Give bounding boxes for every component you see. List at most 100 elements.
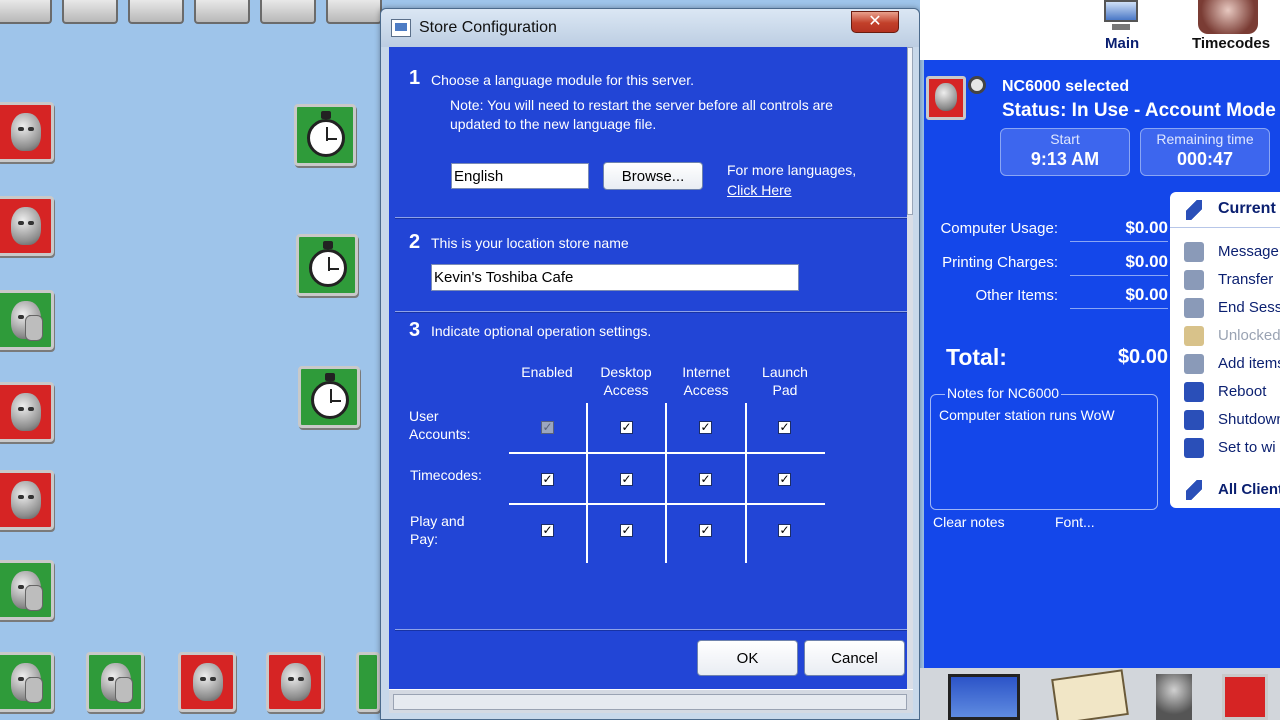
station-available[interactable] bbox=[0, 560, 54, 620]
close-button[interactable]: ✕ bbox=[851, 11, 899, 33]
hand-icon bbox=[25, 677, 43, 703]
station-tile[interactable] bbox=[194, 0, 250, 24]
stopwatch-icon bbox=[309, 249, 347, 287]
hand-icon bbox=[115, 677, 133, 703]
checkbox-timecodes-desktop-access[interactable]: ✓ bbox=[620, 473, 633, 486]
store-name-field[interactable] bbox=[431, 264, 799, 291]
action-shutdown[interactable]: Shutdown bbox=[1184, 408, 1280, 432]
checkbox-play-and-pay-launch-pad[interactable]: ✓ bbox=[778, 524, 791, 537]
browse-button[interactable]: Browse... bbox=[603, 162, 703, 190]
station-available[interactable] bbox=[86, 652, 144, 712]
checkbox-user-accounts-internet-access[interactable]: ✓ bbox=[699, 421, 712, 434]
checkbox-play-and-pay-desktop-access[interactable]: ✓ bbox=[620, 524, 633, 537]
current-actions-card: Current Message Transfer End Session Unl… bbox=[1170, 192, 1280, 494]
settings-gear-icon[interactable] bbox=[968, 76, 986, 94]
checkbox-user-accounts-enabled: ✓ bbox=[541, 420, 554, 434]
station-tile[interactable] bbox=[62, 0, 118, 24]
section-divider bbox=[395, 217, 907, 219]
station-status-icon[interactable] bbox=[1222, 674, 1268, 720]
timecode-station[interactable] bbox=[294, 104, 356, 166]
station-top-strip bbox=[0, 0, 382, 28]
start-label: Start bbox=[1050, 131, 1080, 147]
clear-notes-link[interactable]: Clear notes bbox=[933, 514, 1005, 530]
column-header-launch-pad: Launch Pad bbox=[762, 364, 808, 398]
station-available[interactable] bbox=[356, 652, 380, 712]
station-notes[interactable]: Notes for NC6000 Computer station runs W… bbox=[930, 385, 1158, 510]
scrollbar-thumb[interactable] bbox=[907, 47, 913, 215]
desktop-monitor-icon[interactable] bbox=[948, 674, 1020, 720]
dialog-status-bar bbox=[389, 689, 913, 713]
row-header-timecodes: Timecodes: bbox=[410, 467, 482, 483]
end-session-icon bbox=[1184, 298, 1204, 318]
checkbox-play-and-pay-enabled[interactable]: ✓ bbox=[541, 524, 554, 537]
station-in-use[interactable] bbox=[0, 102, 54, 162]
vertical-scrollbar[interactable] bbox=[907, 47, 913, 689]
padlock-icon bbox=[1184, 326, 1204, 346]
app-window-icon bbox=[391, 19, 411, 37]
action-label: Transfer bbox=[1218, 271, 1274, 288]
grid-line bbox=[665, 403, 667, 563]
action-label: Set to wi bbox=[1218, 439, 1276, 456]
station-tile[interactable] bbox=[326, 0, 382, 24]
station-tile[interactable] bbox=[0, 0, 52, 24]
language-field[interactable] bbox=[451, 163, 589, 189]
user-hand-icon[interactable] bbox=[1156, 674, 1192, 720]
timecode-station[interactable] bbox=[296, 234, 358, 296]
station-available[interactable] bbox=[0, 652, 54, 712]
station-in-use[interactable] bbox=[0, 382, 54, 442]
remaining-time-tile: Remaining time 000:47 bbox=[1140, 128, 1270, 176]
station-available[interactable] bbox=[0, 290, 54, 350]
checkbox-timecodes-enabled[interactable]: ✓ bbox=[541, 473, 554, 486]
bookmark-icon[interactable] bbox=[1051, 669, 1129, 720]
station-tile[interactable] bbox=[128, 0, 184, 24]
current-actions-header[interactable]: Current bbox=[1170, 192, 1280, 228]
station-in-use[interactable] bbox=[0, 470, 54, 530]
nav-main-label[interactable]: Main bbox=[1105, 35, 1139, 52]
all-clients-icon bbox=[1186, 480, 1202, 500]
action-reboot[interactable]: Reboot bbox=[1184, 380, 1280, 404]
checkbox-timecodes-internet-access[interactable]: ✓ bbox=[699, 473, 712, 486]
stopwatch-knob-icon bbox=[325, 373, 335, 381]
user-face-icon bbox=[11, 481, 41, 519]
action-label: Message bbox=[1218, 243, 1279, 260]
station-tile[interactable] bbox=[260, 0, 316, 24]
checkbox-user-accounts-launch-pad[interactable]: ✓ bbox=[778, 421, 791, 434]
notes-text[interactable]: Computer station runs WoW bbox=[939, 407, 1115, 423]
action-message[interactable]: Message bbox=[1184, 240, 1280, 264]
transfer-icon bbox=[1184, 270, 1204, 290]
remaining-value: 000:47 bbox=[1176, 149, 1234, 169]
timecodes-icon[interactable] bbox=[1198, 0, 1258, 34]
timecode-station[interactable] bbox=[298, 366, 360, 428]
grid-line bbox=[509, 452, 825, 454]
action-add-items[interactable]: Add items bbox=[1184, 352, 1280, 376]
user-face-icon bbox=[11, 207, 41, 245]
checkbox-play-and-pay-internet-access[interactable]: ✓ bbox=[699, 524, 712, 537]
total-label: Total: bbox=[946, 344, 1007, 370]
checkbox-user-accounts-desktop-access[interactable]: ✓ bbox=[620, 421, 633, 434]
click-here-link[interactable]: Click Here bbox=[727, 182, 792, 198]
action-unlocked: Unlocked bbox=[1184, 324, 1280, 348]
cancel-button[interactable]: Cancel bbox=[804, 640, 905, 676]
station-in-use[interactable] bbox=[0, 196, 54, 256]
dialog-titlebar[interactable]: Store Configuration ✕ bbox=[381, 9, 919, 47]
font-link[interactable]: Font... bbox=[1055, 514, 1095, 530]
start-value: 9:13 AM bbox=[1030, 149, 1100, 169]
message-icon bbox=[1184, 242, 1204, 262]
main-monitor-icon[interactable] bbox=[1098, 0, 1144, 34]
user-face-icon bbox=[193, 663, 223, 701]
action-label: Add items bbox=[1218, 355, 1280, 372]
column-header-desktop-access: Desktop Access bbox=[600, 364, 652, 398]
action-transfer[interactable]: Transfer bbox=[1184, 268, 1280, 292]
checkbox-timecodes-launch-pad[interactable]: ✓ bbox=[778, 473, 791, 486]
ok-button[interactable]: OK bbox=[697, 640, 798, 676]
all-clients-button[interactable]: All Clients bbox=[1170, 472, 1280, 508]
station-in-use[interactable] bbox=[266, 652, 324, 712]
action-set-to[interactable]: Set to wi bbox=[1184, 436, 1280, 460]
action-end-session[interactable]: End Session bbox=[1184, 296, 1280, 320]
station-in-use[interactable] bbox=[178, 652, 236, 712]
row-header-play-and-pay: Play and Pay: bbox=[410, 513, 465, 547]
user-face-icon bbox=[11, 393, 41, 431]
nav-timecodes-label[interactable]: Timecodes bbox=[1192, 35, 1270, 52]
section-2-heading: This is your location store name bbox=[431, 235, 629, 251]
other-items-value: $0.00 bbox=[1070, 285, 1168, 309]
